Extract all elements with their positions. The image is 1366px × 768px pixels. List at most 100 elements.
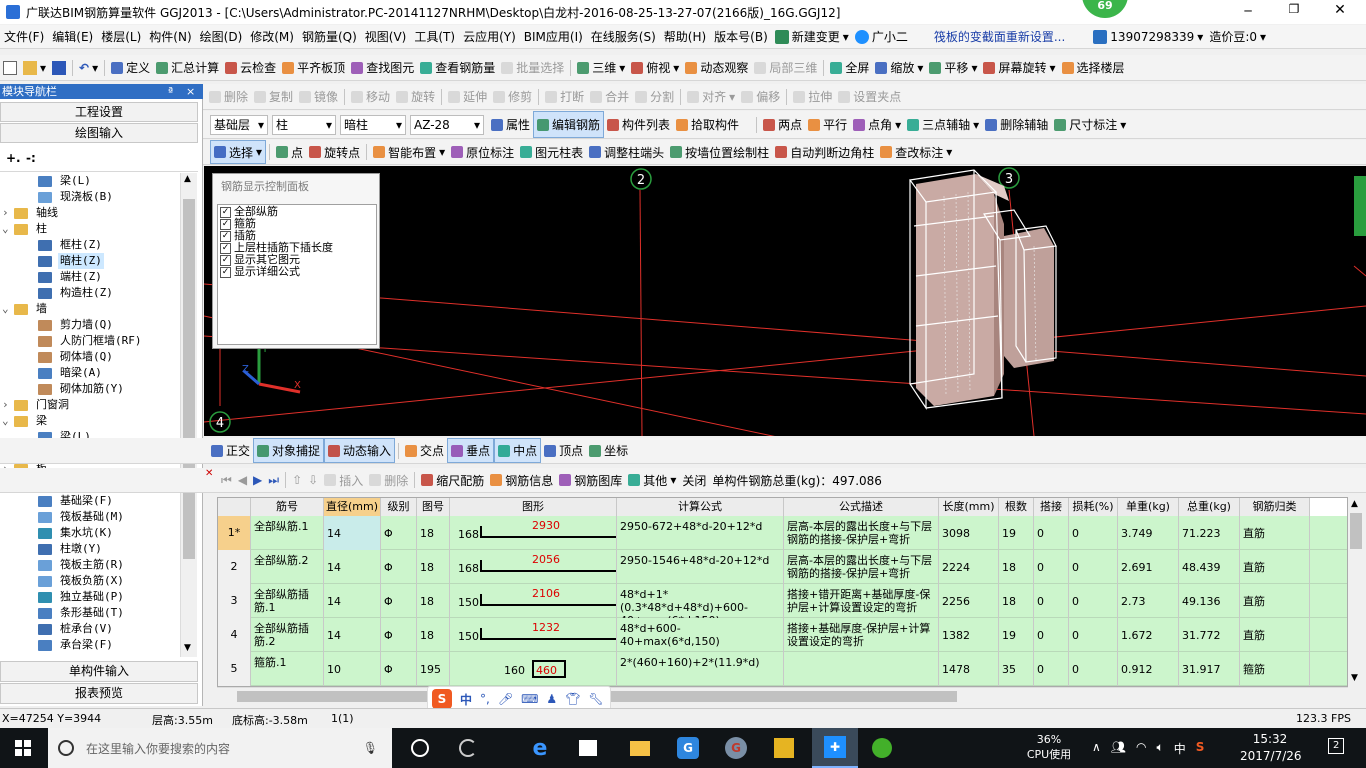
table-hscroll[interactable] <box>217 687 1348 704</box>
snap-btn-7[interactable]: 坐标 <box>586 438 631 463</box>
store-icon[interactable] <box>568 728 608 768</box>
cell-loss[interactable]: 0 <box>1069 618 1118 652</box>
cell-name[interactable]: 全部纵筋.2 <box>251 550 324 584</box>
grid-btn-1[interactable]: 删除 <box>366 468 411 492</box>
maximize-button[interactable]: ❐ <box>1284 2 1304 16</box>
tree-item[interactable]: 基础梁(F) <box>0 493 180 509</box>
cost-beans[interactable]: 造价豆:0 ▾ <box>1206 25 1269 48</box>
nav-close-button[interactable]: × <box>186 84 195 99</box>
cell-lvl[interactable]: Φ <box>381 584 417 618</box>
cell-lvl[interactable]: Φ <box>381 550 417 584</box>
cell-d[interactable]: 14 <box>324 618 381 652</box>
row-number[interactable]: 4 <box>218 618 251 652</box>
edit-btn-4[interactable]: 旋转 <box>393 84 438 109</box>
cell-name[interactable]: 全部纵筋插筋.2 <box>251 618 324 652</box>
component-btn-3[interactable]: 拾取构件 <box>673 111 742 138</box>
table-row[interactable]: 3 全部纵筋插筋.1 14 Φ 18 150 2106 48*d+1*(0.3*48*d+48… <box>218 584 1347 618</box>
column-header[interactable]: 损耗(%) <box>1069 498 1118 516</box>
draw-btn-3[interactable]: 智能布置 ▾ <box>370 140 448 164</box>
row-number[interactable]: 5 <box>218 652 251 686</box>
cell-formula[interactable]: 48*d+1*(0.3*48*d+48*d)+600-40+max(6*d,15… <box>617 584 784 618</box>
column-header[interactable]: 级别 <box>381 498 417 516</box>
expand-all-icon[interactable]: +. <box>6 151 21 165</box>
table-row[interactable]: 5 箍筋.1 10 Φ 195 160 460 2*(460+160)+2*(11.9*d) 1… <box>218 652 1347 686</box>
draw-btn-4[interactable]: 原位标注 <box>448 140 517 164</box>
axis-btn-3[interactable]: 三点辅轴 ▾ <box>904 111 982 138</box>
table-row[interactable]: 1* 全部纵筋.1 14 Φ 18 168 2930 2950-672+48*d-20+12*… <box>218 516 1347 550</box>
menu-item-9[interactable]: 云应用(Y) <box>459 25 520 48</box>
type-select[interactable]: 柱 ▾ <box>272 114 336 135</box>
taskbar-search[interactable]: 在这里输入你要搜索的内容 🎙︎ <box>48 728 392 768</box>
column-header[interactable]: 长度(mm) <box>939 498 999 516</box>
cell-lap[interactable]: 0 <box>1034 618 1069 652</box>
cell-cnt[interactable]: 19 <box>999 618 1034 652</box>
new-change-menu[interactable]: 新建变更 ▾ <box>772 25 852 48</box>
toolbar1-btn-13[interactable]: 平移 ▾ <box>926 55 980 80</box>
column-header[interactable]: 图形 <box>450 498 617 516</box>
cell-formula[interactable]: 2*(460+160)+2*(11.9*d) <box>617 652 784 686</box>
cell-lvl[interactable]: Φ <box>381 516 417 550</box>
cell-cnt[interactable]: 19 <box>999 516 1034 550</box>
grid-close-icon[interactable]: ✕ <box>205 468 213 479</box>
cell-name[interactable]: 全部纵筋.1 <box>251 516 324 550</box>
tree-collapse-icon[interactable]: ⌄ <box>2 413 9 429</box>
scroll-down-icon[interactable]: ▼ <box>184 643 191 653</box>
tree-collapse-icon[interactable]: ⌄ <box>2 301 9 317</box>
move-down-button[interactable]: ⇩ <box>305 468 321 492</box>
cell-len[interactable]: 2224 <box>939 550 999 584</box>
cell-tw[interactable]: 31.917 <box>1179 652 1240 686</box>
cell-desc[interactable]: 搭接+基础厚度-保护层+计算设置设定的弯折 <box>784 618 939 652</box>
column-header[interactable]: 图号 <box>417 498 450 516</box>
cell-d[interactable]: 14 <box>324 516 381 550</box>
single-component-input-button[interactable]: 单构件输入 <box>0 661 198 682</box>
cell-formula[interactable]: 2950-1546+48*d-20+12*d <box>617 550 784 584</box>
cell-tw[interactable]: 48.439 <box>1179 550 1240 584</box>
cell-fig[interactable]: 195 <box>417 652 450 686</box>
cell-uw[interactable]: 0.912 <box>1118 652 1179 686</box>
cell-uw[interactable]: 2.691 <box>1118 550 1179 584</box>
edge-browser-icon[interactable]: e <box>520 728 560 768</box>
tree-item[interactable]: 框柱(Z) <box>0 237 180 253</box>
snap-btn-5[interactable]: 中点 <box>494 438 542 463</box>
cell-lap[interactable]: 0 <box>1034 584 1069 618</box>
column-header[interactable]: 根数 <box>999 498 1034 516</box>
axis-btn-5[interactable]: 尺寸标注 ▾ <box>1051 111 1129 138</box>
draw-btn-2[interactable]: 旋转点 <box>306 140 363 164</box>
sogou-icon[interactable]: S <box>432 689 452 709</box>
app-swirl-icon[interactable] <box>448 728 488 768</box>
grid-btn-0[interactable]: 插入 <box>321 468 366 492</box>
axis-btn-1[interactable]: 平行 <box>805 111 850 138</box>
volume-icon[interactable]: 🔈︎ <box>1157 740 1164 757</box>
column-header[interactable]: 总重(kg) <box>1179 498 1240 516</box>
tree-item[interactable]: ⌄ 墙 <box>0 301 180 317</box>
tree-item[interactable]: › 门窗洞 <box>0 397 180 413</box>
glodon-app-icon[interactable]: G <box>668 728 708 768</box>
draw-btn-7[interactable]: 按墙位置绘制柱 <box>667 140 772 164</box>
column-header[interactable]: 搭接 <box>1034 498 1069 516</box>
tree-item[interactable]: 独立基础(P) <box>0 589 180 605</box>
subtype-select[interactable]: 暗柱 ▾ <box>340 114 406 135</box>
tree-item[interactable]: 梁(L) <box>0 173 180 189</box>
draw-btn-8[interactable]: 自动判断边角柱 <box>772 140 877 164</box>
cell-desc[interactable] <box>784 652 939 686</box>
cell-fig[interactable]: 18 <box>417 550 450 584</box>
edit-btn-3[interactable]: 移动 <box>348 84 393 109</box>
cell-name[interactable]: 全部纵筋插筋.1 <box>251 584 324 618</box>
last-record-button[interactable]: ⏭ <box>265 468 282 492</box>
move-up-button[interactable]: ⇧ <box>289 468 305 492</box>
account-phone[interactable]: 13907298339 ▾ <box>1090 25 1206 48</box>
tree-item[interactable]: 端柱(Z) <box>0 269 180 285</box>
menu-item-11[interactable]: 在线服务(S) <box>587 25 660 48</box>
checkbox-checked-icon[interactable]: ✓ <box>220 242 231 254</box>
menu-item-4[interactable]: 绘图(D) <box>196 25 247 48</box>
tree-item[interactable]: › 轴线 <box>0 205 180 221</box>
cell-lap[interactable]: 0 <box>1034 652 1069 686</box>
cell-loss[interactable]: 0 <box>1069 584 1118 618</box>
cell-formula[interactable]: 48*d+600-40+max(6*d,150) <box>617 618 784 652</box>
tray-chevron-icon[interactable]: ∧ <box>1092 740 1101 757</box>
tree-item[interactable]: 暗柱(Z) <box>0 253 180 269</box>
save-button[interactable] <box>49 55 69 80</box>
tree-item[interactable]: 筏板负筋(X) <box>0 573 180 589</box>
menu-item-5[interactable]: 修改(M) <box>246 25 298 48</box>
checkbox-checked-icon[interactable]: ✓ <box>220 230 231 242</box>
